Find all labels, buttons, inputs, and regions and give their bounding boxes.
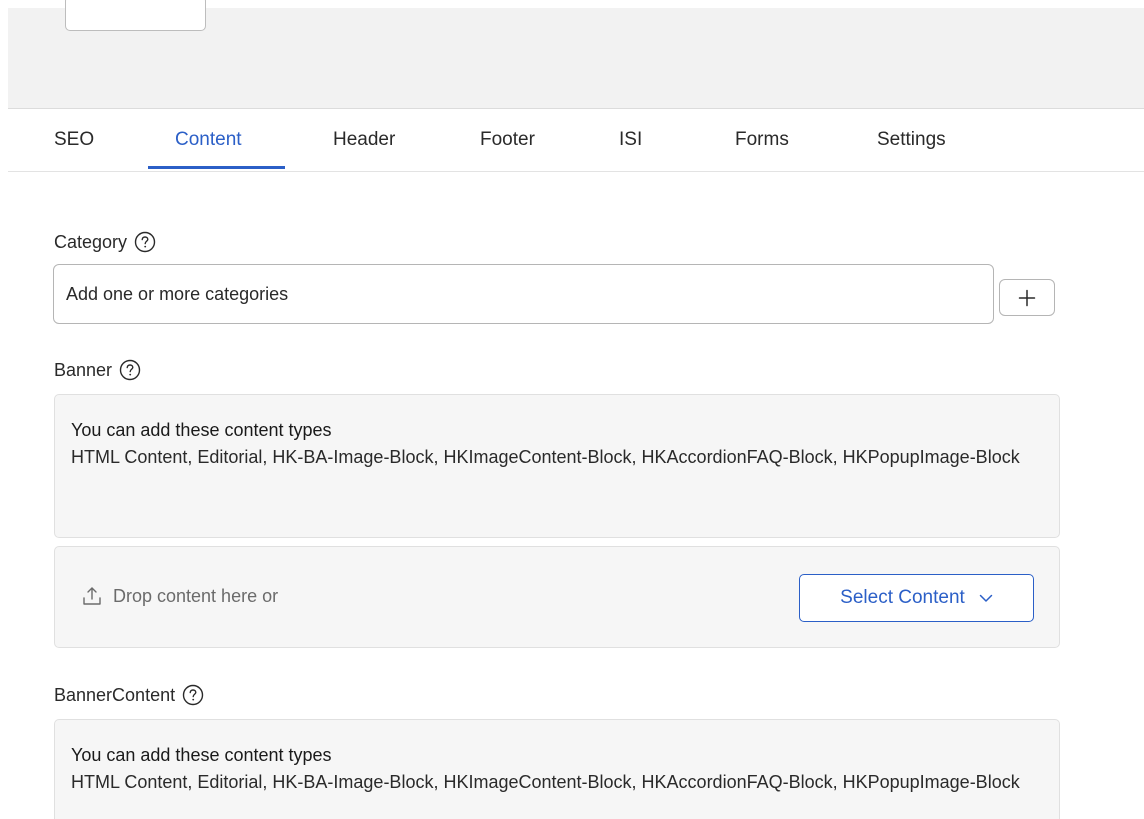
banner-content-label: BannerContent	[54, 684, 204, 706]
plus-icon	[1018, 289, 1036, 306]
help-icon[interactable]	[134, 231, 156, 253]
help-icon[interactable]	[182, 684, 204, 706]
banner-label: Banner	[54, 359, 141, 381]
drop-text: Drop content here or	[113, 585, 279, 606]
banner-content-types-panel: You can add these content types HTML Con…	[54, 719, 1060, 819]
category-label: Category	[54, 231, 156, 253]
select-content-label: Select Content	[840, 587, 965, 608]
tab-seo[interactable]: SEO	[54, 129, 94, 151]
banner-content-types-panel: You can add these content types HTML Con…	[54, 394, 1060, 538]
chevron-down-icon	[979, 594, 993, 602]
drop-hint: Drop content here or	[81, 585, 278, 607]
tab-footer[interactable]: Footer	[480, 129, 535, 151]
help-icon[interactable]	[119, 359, 141, 381]
page-header-area	[8, 0, 1144, 109]
tab-settings[interactable]: Settings	[877, 129, 946, 151]
banner-label-text: Banner	[54, 359, 113, 380]
content-types-title: You can add these content types	[71, 745, 332, 765]
banner-drop-zone[interactable]: Drop content here or Select Content	[54, 546, 1060, 648]
tab-content[interactable]: Content	[175, 129, 242, 151]
active-tab-indicator	[148, 166, 285, 169]
tab-isi[interactable]: ISI	[619, 129, 642, 151]
category-label-text: Category	[54, 231, 128, 252]
add-category-button[interactable]	[999, 279, 1055, 316]
tab-bar: SEO Content Header Footer ISI Forms Sett…	[8, 109, 1144, 172]
banner-content-label-text: BannerContent	[54, 684, 176, 705]
tab-forms[interactable]: Forms	[735, 129, 789, 151]
content-types-list: HTML Content, Editorial, HK-BA-Image-Blo…	[71, 772, 1020, 792]
content-types-list: HTML Content, Editorial, HK-BA-Image-Blo…	[71, 447, 1020, 467]
content-types-title: You can add these content types	[71, 420, 332, 440]
upload-icon	[83, 587, 101, 605]
select-content-button[interactable]: Select Content	[799, 574, 1034, 622]
header-button[interactable]	[65, 0, 206, 31]
category-input[interactable]	[53, 264, 994, 324]
tab-header[interactable]: Header	[333, 129, 395, 151]
